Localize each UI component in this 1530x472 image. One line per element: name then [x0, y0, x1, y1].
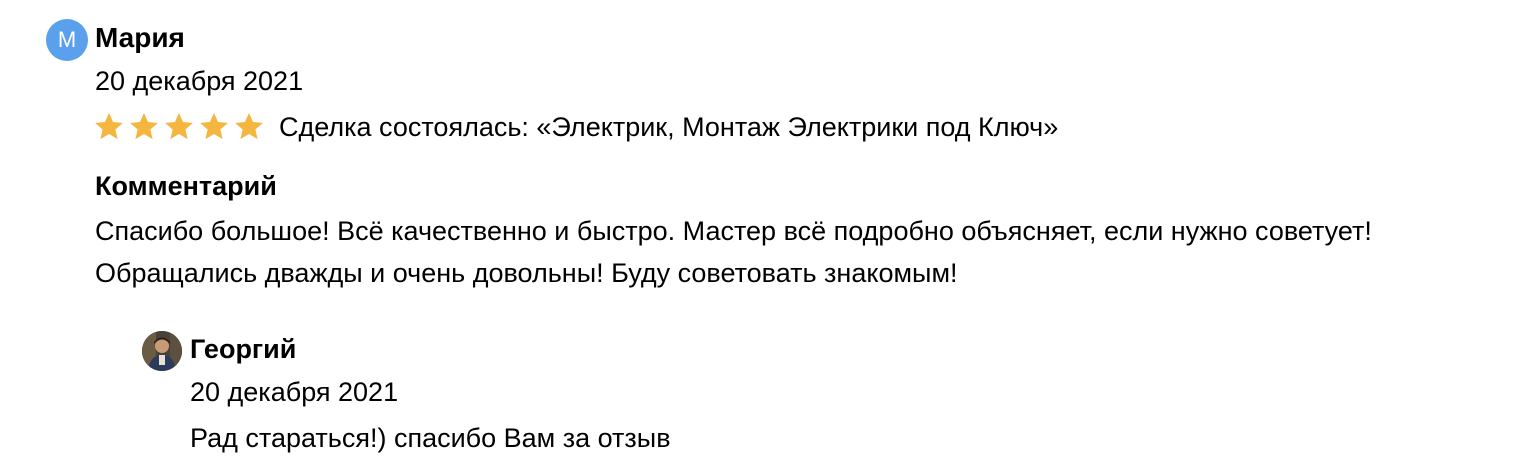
user-photo-icon [142, 331, 182, 371]
star-rating [93, 112, 265, 142]
rating-row: Сделка состоялась: «Электрик, Монтаж Эле… [93, 107, 1058, 147]
review-date: 20 декабря 2021 [95, 66, 304, 96]
reply-avatar [142, 331, 182, 371]
review-author-name: Мария [95, 22, 185, 53]
star-icon [93, 112, 125, 142]
star-icon [198, 112, 230, 142]
deal-status: Сделка состоялась: «Электрик, Монтаж Эле… [279, 112, 1059, 142]
review-card: М Мария 20 декабря 2021 Сделка состоялас… [0, 0, 1530, 472]
star-icon [233, 112, 265, 142]
avatar: М [46, 19, 88, 61]
reply-text: Рад стараться!) спасибо Вам за отзыв [190, 423, 671, 453]
comment-text: Спасибо большое! Всё качественно и быстр… [95, 216, 1372, 288]
reply-author-name: Георгий [190, 334, 297, 364]
comment-heading: Комментарий [95, 171, 277, 201]
reply-date: 20 декабря 2021 [190, 377, 399, 407]
star-icon [128, 112, 160, 142]
star-icon [163, 112, 195, 142]
